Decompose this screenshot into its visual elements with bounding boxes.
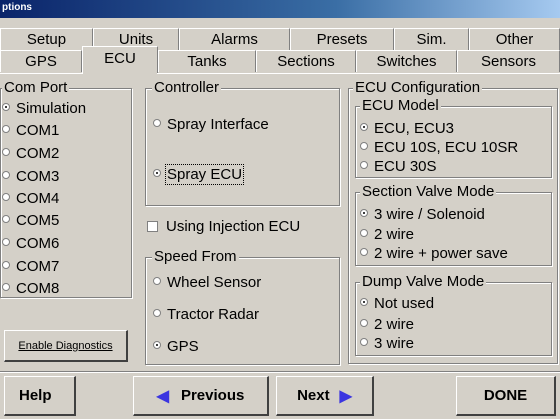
- radio-selected-icon: [360, 123, 368, 131]
- radio-icon: [360, 248, 368, 256]
- section-valve-2wire[interactable]: 2 wire: [360, 226, 414, 244]
- next-button[interactable]: Next ▶: [276, 376, 374, 416]
- dump-valve-3wire[interactable]: 3 wire: [360, 335, 414, 353]
- enable-diagnostics-button[interactable]: Enable Diagnostics: [4, 330, 128, 362]
- ecu-model-ecu10s[interactable]: ECU 10S, ECU 10SR: [360, 139, 518, 157]
- radio-icon: [2, 171, 10, 179]
- radio-icon: [2, 261, 10, 269]
- radio-icon: [360, 229, 368, 237]
- com-port-com2[interactable]: COM2: [2, 145, 59, 163]
- radio-icon: [2, 148, 10, 156]
- dump-valve-mode-legend: Dump Valve Mode: [360, 273, 487, 291]
- com-port-com6[interactable]: COM6: [2, 235, 59, 253]
- radio-selected-icon: [153, 341, 161, 349]
- footer-separator-highlight: [0, 372, 560, 373]
- tab-alarms[interactable]: Alarms: [179, 28, 290, 50]
- radio-selected-icon: [153, 169, 161, 177]
- tab-gps[interactable]: GPS: [0, 50, 82, 72]
- radio-icon: [2, 283, 10, 291]
- radio-icon: [360, 142, 368, 150]
- controller-spray-interface[interactable]: Spray Interface: [153, 116, 269, 134]
- com-port-com7[interactable]: COM7: [2, 258, 59, 276]
- radio-icon: [2, 193, 10, 201]
- radio-selected-icon: [360, 298, 368, 306]
- com-port-com5[interactable]: COM5: [2, 212, 59, 230]
- dump-valve-2wire[interactable]: 2 wire: [360, 316, 414, 334]
- radio-icon: [2, 125, 10, 133]
- tab-setup[interactable]: Setup: [0, 28, 93, 50]
- radio-icon: [153, 119, 161, 127]
- ecu-model-legend: ECU Model: [360, 97, 441, 115]
- active-tab-gap: [83, 73, 157, 74]
- com-port-simulation[interactable]: Simulation: [2, 100, 86, 118]
- window-title: ptions: [2, 2, 32, 13]
- speed-wheel-sensor[interactable]: Wheel Sensor: [153, 274, 261, 292]
- radio-icon: [360, 161, 368, 169]
- controller-group: Controller: [145, 79, 340, 206]
- ecu-model-ecu30s[interactable]: ECU 30S: [360, 158, 437, 176]
- tab-sim[interactable]: Sim.: [394, 28, 469, 50]
- section-valve-2wire-power-save[interactable]: 2 wire + power save: [360, 245, 508, 263]
- com-port-legend: Com Port: [2, 79, 70, 97]
- speed-tractor-radar[interactable]: Tractor Radar: [153, 306, 259, 324]
- tab-ecu[interactable]: ECU: [82, 46, 158, 74]
- ecu-model-ecu3[interactable]: ECU, ECU3: [360, 120, 454, 138]
- radio-icon: [153, 309, 161, 317]
- speed-from-legend: Speed From: [152, 248, 239, 266]
- tab-sections[interactable]: Sections: [256, 50, 356, 72]
- com-port-com3[interactable]: COM3: [2, 168, 59, 186]
- tab-presets[interactable]: Presets: [290, 28, 394, 50]
- previous-arrow-icon: ◀: [156, 387, 169, 405]
- section-valve-3wire[interactable]: 3 wire / Solenoid: [360, 206, 485, 224]
- tab-tanks[interactable]: Tanks: [158, 50, 256, 72]
- controller-legend: Controller: [152, 79, 222, 97]
- done-button[interactable]: DONE: [456, 376, 556, 416]
- ecu-configuration-legend: ECU Configuration: [353, 79, 483, 97]
- using-injection-ecu-checkbox[interactable]: Using Injection ECU: [147, 218, 300, 236]
- radio-icon: [2, 215, 10, 223]
- previous-button[interactable]: ◀ Previous: [133, 376, 269, 416]
- dump-valve-not-used[interactable]: Not used: [360, 295, 434, 313]
- radio-icon: [360, 338, 368, 346]
- radio-selected-icon: [360, 209, 368, 217]
- tab-sensors[interactable]: Sensors: [457, 50, 560, 72]
- com-port-com8[interactable]: COM8: [2, 280, 59, 298]
- controller-spray-ecu[interactable]: Spray ECU: [153, 164, 245, 185]
- com-port-com4[interactable]: COM4: [2, 190, 59, 208]
- next-arrow-icon: ▶: [339, 387, 352, 405]
- radio-icon: [2, 238, 10, 246]
- section-valve-mode-legend: Section Valve Mode: [360, 183, 497, 201]
- radio-icon: [360, 319, 368, 327]
- help-button[interactable]: Help: [4, 376, 76, 416]
- checkbox-icon: [147, 221, 158, 232]
- tab-other[interactable]: Other: [469, 28, 560, 50]
- com-port-com1[interactable]: COM1: [2, 122, 59, 140]
- radio-selected-icon: [2, 103, 10, 111]
- tab-switches[interactable]: Switches: [356, 50, 457, 72]
- speed-gps[interactable]: GPS: [153, 338, 199, 356]
- title-bar: ptions: [0, 0, 560, 18]
- radio-icon: [153, 277, 161, 285]
